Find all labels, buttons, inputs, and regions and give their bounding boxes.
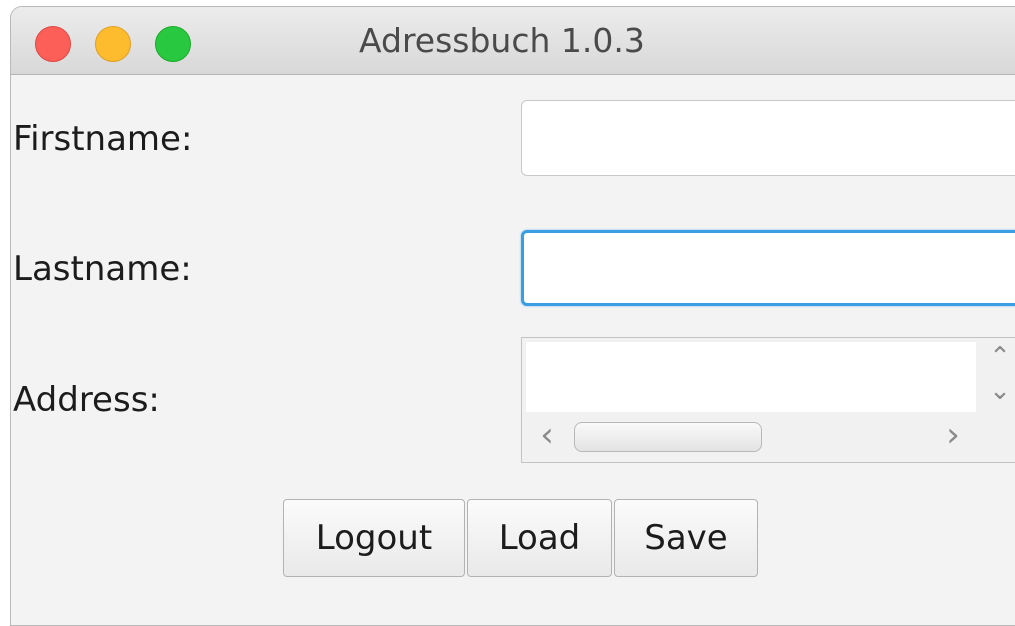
logout-button[interactable]: Logout (283, 499, 465, 577)
window-title: Adressbuch 1.0.3 (359, 21, 645, 60)
zoom-window-button[interactable] (155, 26, 191, 62)
address-textarea-container: ⌃ ⌄ ‹ › (521, 337, 1015, 463)
lastname-input[interactable] (521, 230, 1015, 306)
horizontal-scrollbar[interactable]: ‹ › (526, 416, 976, 456)
scroll-left-arrow-icon[interactable]: ‹ (532, 418, 562, 452)
save-button[interactable]: Save (614, 499, 758, 577)
close-window-button[interactable] (35, 26, 71, 62)
title-bar[interactable]: Adressbuch 1.0.3 (11, 7, 1015, 75)
load-button[interactable]: Load (467, 499, 612, 577)
address-textarea[interactable] (526, 342, 976, 412)
scroll-down-arrow-icon[interactable]: ⌄ (985, 378, 1015, 404)
scroll-up-arrow-icon[interactable]: ⌃ (985, 344, 1015, 370)
app-window: Adressbuch 1.0.3 Firstname: Lastname: Ad… (10, 6, 1015, 626)
address-label: Address: (13, 380, 160, 420)
scroll-right-arrow-icon[interactable]: › (938, 418, 968, 452)
vertical-scrollbar[interactable]: ⌃ ⌄ (980, 342, 1015, 412)
horizontal-scroll-thumb[interactable] (574, 422, 762, 452)
firstname-label: Firstname: (13, 119, 193, 159)
lastname-label: Lastname: (13, 249, 192, 289)
firstname-input[interactable] (521, 100, 1015, 176)
minimize-window-button[interactable] (95, 26, 131, 62)
